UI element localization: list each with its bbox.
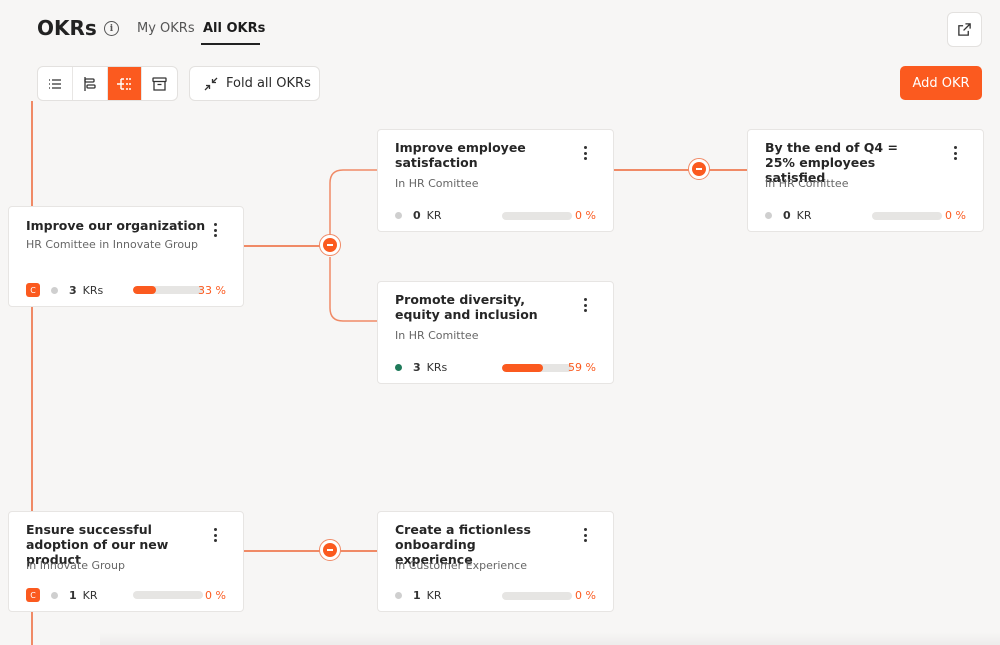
fold-all-label: Fold all OKRs: [226, 76, 311, 91]
progress-percent: 0 %: [205, 588, 226, 602]
progress-percent: 0 %: [945, 209, 966, 222]
okr-footer: C 1 KR 0 %: [26, 588, 226, 602]
add-okr-button[interactable]: Add OKR: [900, 66, 982, 100]
kr-count: 1: [413, 589, 421, 602]
progress-percent: 33 %: [198, 283, 226, 297]
kr-label: KR: [82, 588, 98, 602]
list-view-icon: [48, 78, 61, 89]
archive-icon: [152, 76, 167, 91]
kr-count: 1: [69, 588, 77, 602]
key-result-card[interactable]: By the end of Q4 = 25% employees satisfi…: [747, 129, 984, 232]
kr-label: KR: [426, 209, 442, 222]
kr-label: KRs: [426, 361, 448, 374]
status-dot: [395, 592, 402, 599]
connector-line: [244, 245, 320, 247]
more-options-icon[interactable]: [584, 298, 588, 315]
more-options-icon[interactable]: [584, 528, 588, 545]
status-dot: [395, 212, 402, 219]
okr-card[interactable]: Improve employee satisfaction In HR Comi…: [377, 129, 614, 232]
archive-view-button[interactable]: [142, 67, 177, 100]
tree-trunk-line: [31, 307, 33, 511]
okr-owner: In HR Comittee: [395, 177, 479, 190]
status-dot: [395, 364, 402, 371]
kr-count: 3: [413, 361, 421, 374]
status-dot: [51, 591, 58, 599]
progress-fill: [133, 286, 157, 294]
kr-label: KRs: [82, 283, 104, 297]
status-dot: [765, 212, 772, 219]
progress-bar: [872, 211, 942, 220]
okr-owner: HR Comittee in Innovate Group: [26, 238, 199, 251]
kr-label: KR: [426, 589, 442, 602]
connector-line: [614, 169, 748, 171]
collapse-arrows-icon: [204, 77, 218, 90]
tab-all-okrs[interactable]: All OKRs: [203, 21, 265, 36]
okr-title: Improve our organization: [26, 218, 206, 233]
okr-footer: 1 KR 0 %: [395, 589, 596, 602]
progress-fill: [502, 363, 544, 372]
page-title: OKRs: [37, 16, 97, 40]
open-external-button[interactable]: [947, 12, 982, 47]
okr-footer: 3 KRs 59 %: [395, 361, 596, 374]
collapse-branch-button[interactable]: [319, 234, 341, 256]
view-switcher: [37, 66, 178, 101]
okr-card[interactable]: Promote diversity, equity and inclusion …: [377, 281, 614, 384]
okr-footer: 0 KR 0 %: [765, 209, 966, 222]
minus-icon: [692, 162, 706, 176]
progress-bar: [133, 286, 203, 294]
kr-count: 3: [69, 283, 77, 297]
okr-footer: 0 KR 0 %: [395, 209, 596, 222]
status-dot: [51, 286, 58, 294]
roadmap-view-icon: [83, 76, 96, 91]
okr-footer: C 3 KRs 33 %: [26, 283, 226, 297]
more-options-icon[interactable]: [214, 223, 218, 240]
tree-trunk-line: [31, 612, 33, 645]
progress-percent: 0 %: [575, 209, 596, 222]
okr-owner: In HR Comittee: [395, 329, 479, 342]
more-options-icon[interactable]: [584, 146, 588, 163]
progress-bar: [502, 363, 572, 372]
company-badge: C: [26, 588, 40, 602]
connector-line: [244, 550, 378, 552]
info-icon[interactable]: i: [104, 21, 119, 36]
kr-label: KR: [796, 209, 812, 222]
more-options-icon[interactable]: [214, 528, 218, 545]
kr-count: 0: [413, 209, 421, 222]
progress-percent: 59 %: [568, 361, 596, 374]
okr-title: Improve employee satisfaction: [395, 140, 526, 170]
tree-trunk-line: [31, 101, 33, 206]
tab-my-okrs[interactable]: My OKRs: [137, 21, 195, 36]
list-view-button[interactable]: [38, 67, 73, 100]
collapse-branch-button[interactable]: [688, 158, 710, 180]
okr-owner: In Innovate Group: [26, 559, 125, 572]
collapse-branch-button[interactable]: [319, 539, 341, 561]
okr-owner: In Customer Experience: [395, 559, 527, 572]
tree-view-icon: [117, 77, 132, 90]
okr-card[interactable]: Improve our organization HR Comittee in …: [8, 206, 244, 307]
company-badge: C: [26, 283, 40, 297]
progress-bar: [502, 591, 572, 600]
okr-title: Promote diversity, equity and inclusion: [395, 292, 538, 322]
roadmap-view-button[interactable]: [73, 67, 108, 100]
active-tab-indicator: [201, 43, 260, 45]
progress-bar: [133, 591, 203, 599]
tree-view-button[interactable]: [107, 67, 143, 100]
okr-owner: In HR Comittee: [765, 177, 849, 190]
more-options-icon[interactable]: [954, 146, 958, 163]
fold-all-button[interactable]: Fold all OKRs: [189, 66, 320, 101]
external-link-icon: [958, 23, 971, 36]
progress-bar: [502, 211, 572, 220]
minus-icon: [323, 543, 337, 557]
progress-percent: 0 %: [575, 589, 596, 602]
kr-count: 0: [783, 209, 791, 222]
okr-card[interactable]: Create a fictionless onboarding experien…: [377, 511, 614, 612]
okr-card[interactable]: Ensure successful adoption of our new pr…: [8, 511, 244, 612]
minus-icon: [323, 238, 337, 252]
bottom-shadow: [100, 632, 1000, 645]
